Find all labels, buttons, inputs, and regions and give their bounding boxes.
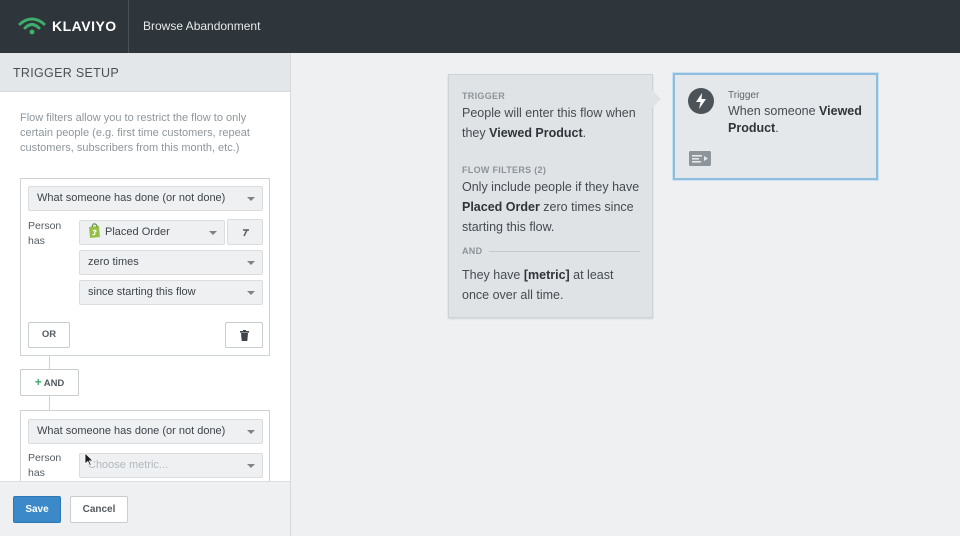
timeframe-select[interactable]: since starting this flow xyxy=(79,280,263,305)
chevron-down-icon xyxy=(247,430,255,434)
text-part: When someone xyxy=(728,104,820,118)
chevron-down-icon xyxy=(209,231,217,235)
timeframe-value: since starting this flow xyxy=(88,286,196,298)
frequency-value: zero times xyxy=(88,256,139,268)
text-part: . xyxy=(775,121,779,135)
mouse-cursor-icon xyxy=(84,452,94,466)
filter-description-2: They have [metric] at least once over al… xyxy=(462,265,644,305)
klaviyo-logo[interactable]: KLAVIYO xyxy=(18,14,117,38)
chevron-down-icon xyxy=(247,464,255,468)
chevron-down-icon xyxy=(247,261,255,265)
metric-value: Placed Order xyxy=(105,226,170,238)
trigger-node[interactable]: Trigger When someone Viewed Product. xyxy=(673,73,878,180)
frequency-select[interactable]: zero times xyxy=(79,250,263,275)
help-text: Flow filters allow you to restrict the f… xyxy=(20,112,250,154)
cancel-button[interactable]: Cancel xyxy=(70,496,128,523)
person-has-label: Person has xyxy=(28,452,62,479)
trigger-setup-panel: TRIGGER SETUP Flow filters allow you to … xyxy=(0,53,291,536)
chevron-down-icon xyxy=(247,197,255,201)
trigger-metric: Viewed Product xyxy=(489,126,583,140)
wifi-logo-icon xyxy=(18,17,46,35)
trigger-node-label: Trigger xyxy=(728,90,760,101)
and-button[interactable]: + AND xyxy=(20,369,79,396)
text-part: They have xyxy=(462,268,524,282)
condition-type-select[interactable]: What someone has done (or not done) xyxy=(28,186,263,211)
trash-icon xyxy=(240,330,249,341)
metric-properties-button[interactable] xyxy=(227,219,263,245)
and-separator-label: AND xyxy=(462,246,483,256)
and-separator-line xyxy=(489,251,640,252)
lightning-bolt-icon xyxy=(696,93,706,109)
person-has-label: Person has xyxy=(28,220,62,247)
condition-type-value: What someone has done (or not done) xyxy=(37,192,226,204)
metric-placeholder: Choose metric... xyxy=(88,459,169,471)
filter-group-1: What someone has done (or not done) Pers… xyxy=(20,178,270,356)
panel-footer: Save Cancel xyxy=(0,481,290,536)
flow-name: Browse Abandonment xyxy=(143,19,261,33)
connector-line xyxy=(49,356,50,369)
text-part: Only include people if they have xyxy=(462,180,640,194)
topbar-divider xyxy=(128,0,129,53)
and-label: AND xyxy=(43,378,65,389)
text-part: . xyxy=(582,126,587,140)
filter-metric: Placed Order xyxy=(462,200,540,214)
plus-icon: + xyxy=(34,375,42,389)
brand-name: KLAVIYO xyxy=(52,18,117,34)
trigger-node-text: When someone Viewed Product. xyxy=(728,103,873,137)
or-button[interactable]: OR xyxy=(28,322,70,348)
filter-metric: [metric] xyxy=(523,268,570,282)
condition-type-select[interactable]: What someone has done (or not done) xyxy=(28,419,263,444)
filter-description-1: Only include people if they have Placed … xyxy=(462,177,644,237)
save-button[interactable]: Save xyxy=(13,496,61,523)
trigger-description: People will enter this flow when they Vi… xyxy=(462,103,644,143)
metric-select[interactable]: Choose metric... xyxy=(79,453,263,478)
top-bar: KLAVIYO Browse Abandonment xyxy=(0,0,960,53)
connector-line xyxy=(49,396,50,410)
delete-filter-button[interactable] xyxy=(225,322,263,348)
panel-title: TRIGGER SETUP xyxy=(13,66,119,80)
metric-select[interactable]: Placed Order xyxy=(79,220,225,245)
chevron-down-icon xyxy=(247,291,255,295)
trigger-section-label: TRIGGER xyxy=(462,91,506,101)
card-icon xyxy=(689,151,711,166)
panel-header: TRIGGER SETUP xyxy=(0,53,290,92)
trigger-icon-badge xyxy=(688,88,714,114)
shopify-bag-icon xyxy=(89,223,100,239)
filters-section-label: FLOW FILTERS (2) xyxy=(462,165,547,175)
filter-arrow-icon xyxy=(243,229,249,237)
condition-type-value: What someone has done (or not done) xyxy=(37,425,226,437)
trigger-summary-card: TRIGGER People will enter this flow when… xyxy=(448,74,661,318)
